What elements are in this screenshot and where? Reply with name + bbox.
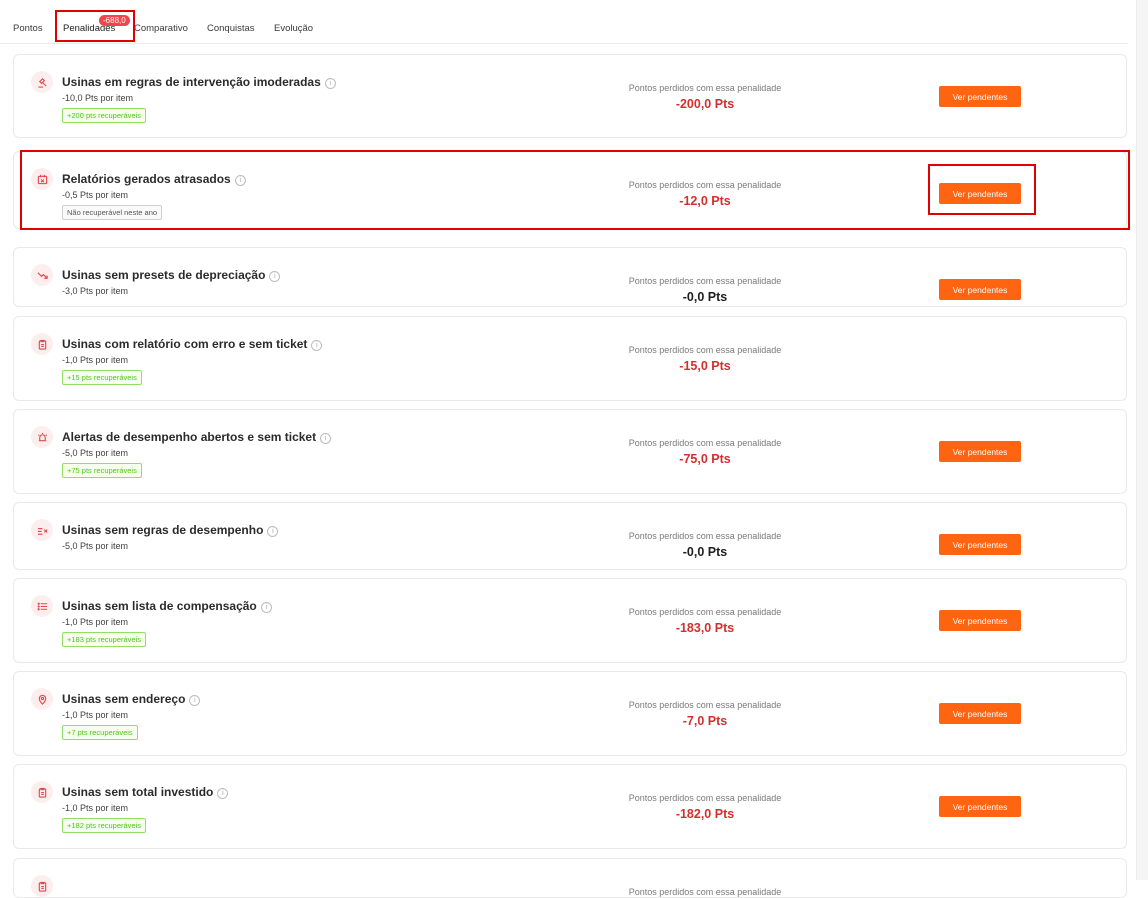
tab-evolucao[interactable]: Evolução [274,23,313,34]
ver-pendentes-button[interactable]: Ver pendentes [939,279,1021,300]
penalty-card: Usinas sem regras de desempenho i -5,0 Pts… [13,502,1127,570]
highlight-box-tab [55,10,135,42]
points-lost-value: -200,0 Pts [675,97,735,111]
recoverable-tag: +7 pts recuperáveis [62,725,138,740]
penalty-title: Usinas com relatório com erro e sem tick… [62,337,323,351]
ver-pendentes-button[interactable]: Ver pendentes [939,703,1021,724]
penalty-card: Alertas de desempenho abertos e sem tick… [13,409,1127,494]
list-icon [31,595,53,617]
recoverable-tag: +183 pts recuperáveis [62,632,147,647]
penalty-card: Usinas sem presets de depreciação i -3,0 P… [13,247,1127,307]
recoverable-tag: +15 pts recuperáveis [62,370,142,385]
gavel-icon [31,71,53,93]
map-pin-icon [31,688,53,710]
penalty-card: Pontos perdidos com essa penalidade [13,858,1127,898]
points-lost-label: Pontos perdidos com essa penalidade [628,83,782,93]
clipboard-icon [31,781,53,803]
tab-bar: Pontos Penalidades -688,0 Comparativo Co… [0,0,1128,44]
penalty-title: Usinas em regras de intervenção imoderad… [62,75,336,89]
ver-pendentes-button[interactable]: Ver pendentes [939,534,1021,555]
alarm-icon [31,426,53,448]
info-icon[interactable]: i [320,433,332,444]
points-lost-value: -182,0 Pts [675,807,735,821]
penalty-title: Usinas sem presets de depreciação i [62,268,281,282]
points-lost-value: -15,0 Pts [679,359,731,373]
penalty-per-item: -1,0 Pts por item [62,355,129,365]
penalty-per-item: -10,0 Pts por item [62,93,134,103]
info-icon[interactable]: i [324,78,336,89]
points-lost-label: Pontos perdidos com essa penalidade [628,438,782,448]
points-lost-value: -0,0 Pts [682,545,728,559]
ver-pendentes-button[interactable]: Ver pendentes [939,610,1021,631]
tab-conquistas[interactable]: Conquistas [207,23,255,34]
ver-pendentes-button[interactable]: Ver pendentes [939,796,1021,817]
penalty-card: Usinas sem total investido i -1,0 Pts por … [13,764,1127,849]
info-icon[interactable]: i [311,340,323,351]
points-lost-value: -75,0 Pts [679,452,731,466]
points-lost-value: -0,0 Pts [682,290,728,304]
info-icon[interactable]: i [260,602,272,613]
penalty-per-item: -1,0 Pts por item [62,617,129,627]
info-icon[interactable]: i [189,695,201,706]
points-lost-label: Pontos perdidos com essa penalidade [628,793,782,803]
points-lost-label: Pontos perdidos com essa penalidade [628,607,782,617]
penalty-title: Usinas sem lista de compensação i [62,599,272,613]
trend-down-icon [31,264,53,286]
penalty-per-item: -5,0 Pts por item [62,448,129,458]
tab-pontos[interactable]: Pontos [13,23,43,34]
penalty-title: Usinas sem endereço i [62,692,201,706]
list-x-icon [31,519,53,541]
recoverable-tag: +200 pts recuperáveis [62,108,147,123]
penalty-per-item: -1,0 Pts por item [62,803,129,813]
points-lost-label: Pontos perdidos com essa penalidade [628,276,782,286]
penalty-card: Usinas com relatório com erro e sem tick… [13,316,1127,401]
ver-pendentes-button[interactable]: Ver pendentes [939,86,1021,107]
penalty-title: Usinas sem total investido i [62,785,229,799]
info-icon[interactable]: i [269,271,281,282]
recoverable-tag: +182 pts recuperáveis [62,818,147,833]
points-lost-label: Pontos perdidos com essa penalidade [628,700,782,710]
points-lost-label: Pontos perdidos com essa penalidade [628,531,782,541]
points-lost-label: Pontos perdidos com essa penalidade [628,887,782,897]
penalty-card: Usinas sem lista de compensação i -1,0 Pts… [13,578,1127,663]
clipboard-icon [31,333,53,355]
penalty-card: Usinas sem endereço i -1,0 Pts por item +7 … [13,671,1127,756]
highlight-box-button [928,164,1036,215]
scrollbar[interactable] [1136,0,1148,880]
points-lost-label: Pontos perdidos com essa penalidade [628,345,782,355]
recoverable-tag: +75 pts recuperáveis [62,463,142,478]
info-icon[interactable]: i [217,788,229,799]
points-lost-value: -7,0 Pts [682,714,728,728]
penalty-per-item: -1,0 Pts por item [62,710,129,720]
penalty-card: Usinas em regras de intervenção imoderad… [13,54,1127,138]
clipboard-icon [31,875,53,897]
penalty-per-item: -3,0 Pts por item [62,286,129,296]
penalty-title: Alertas de desempenho abertos e sem tick… [62,430,332,444]
ver-pendentes-button[interactable]: Ver pendentes [939,441,1021,462]
penalty-per-item: -5,0 Pts por item [62,541,129,551]
points-lost-value: -183,0 Pts [675,621,735,635]
penalty-title: Usinas sem regras de desempenho i [62,523,279,537]
tab-comparativo[interactable]: Comparativo [134,23,188,34]
info-icon[interactable]: i [267,526,279,537]
